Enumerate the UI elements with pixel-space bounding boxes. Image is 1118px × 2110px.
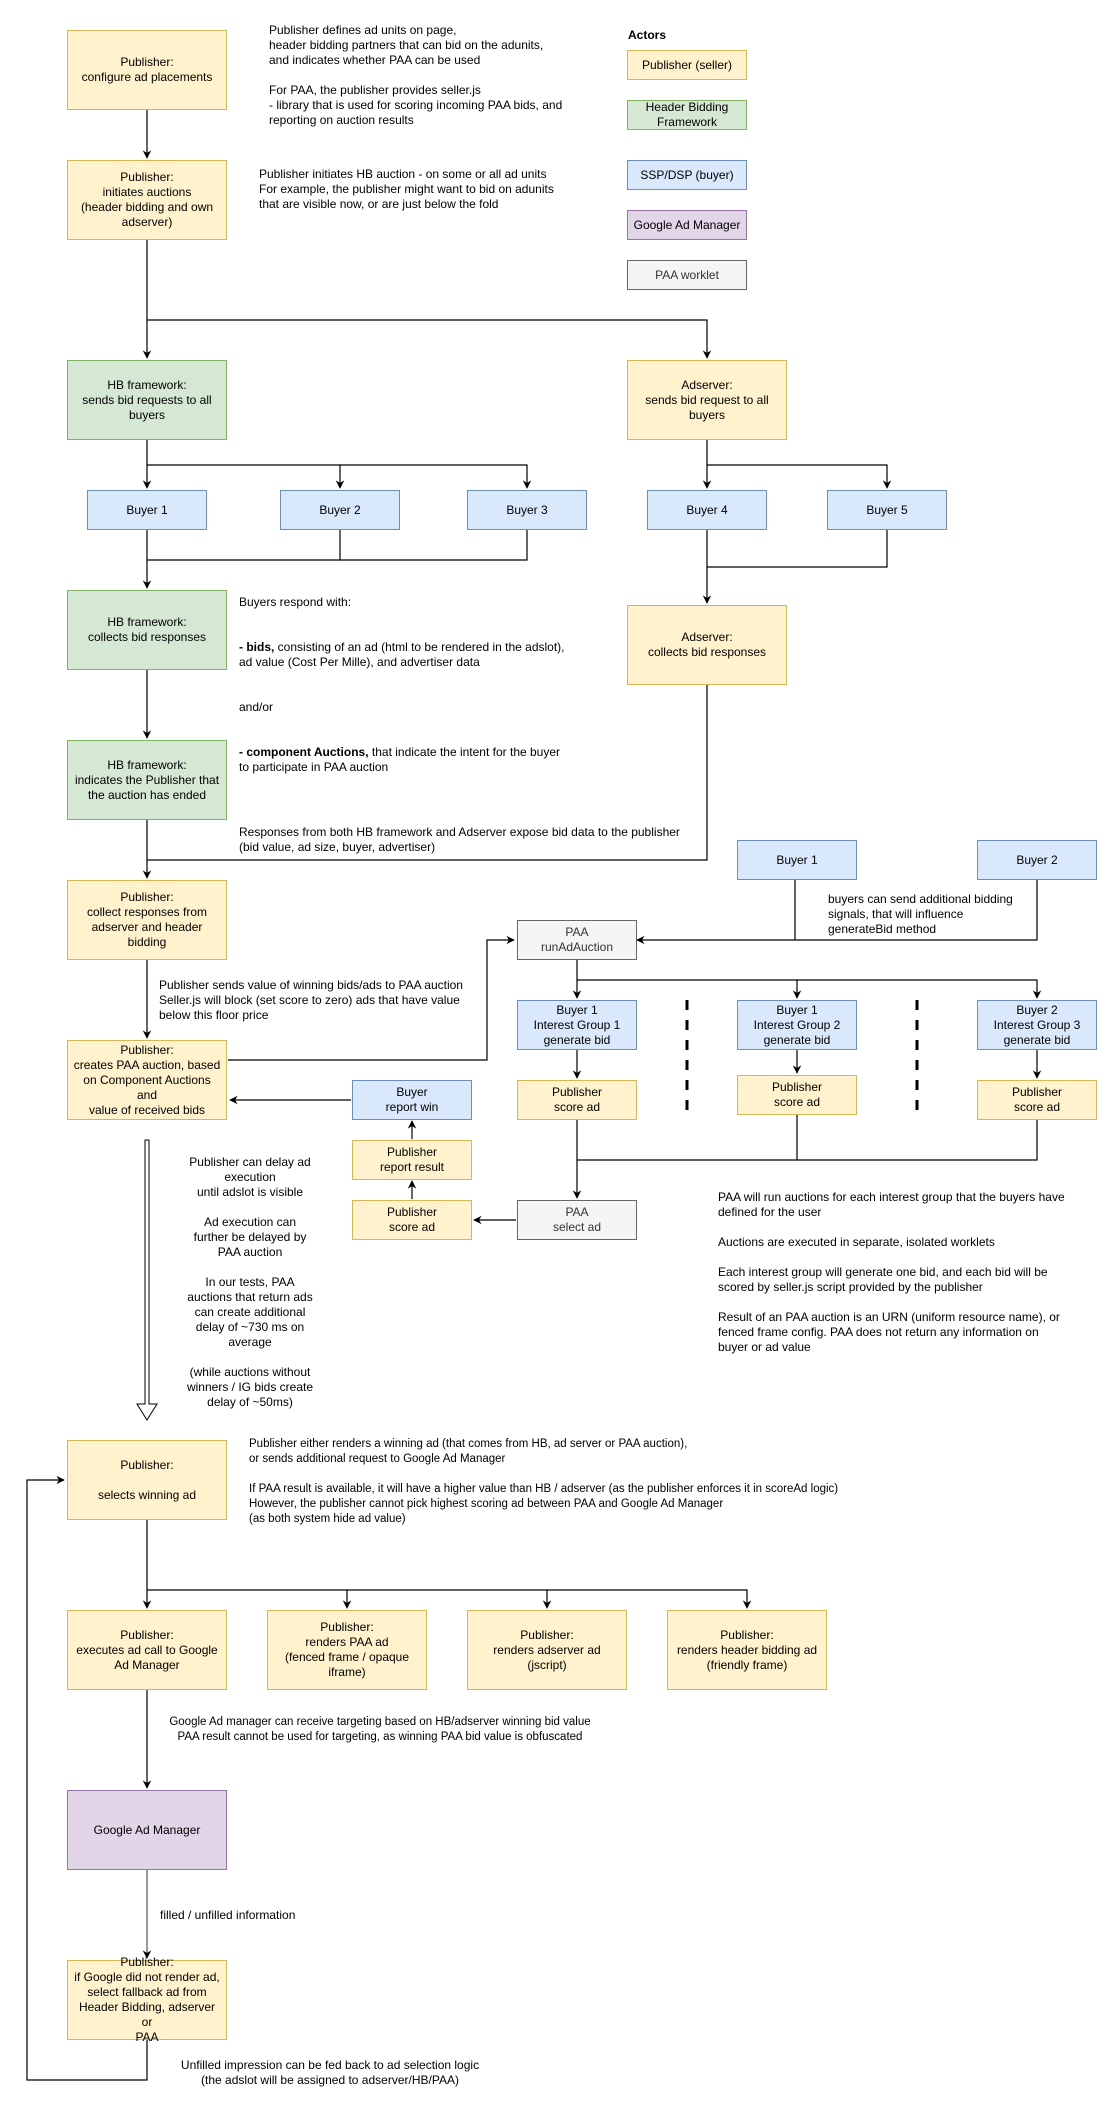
node-publisher-score-ad-final: Publisher score ad bbox=[352, 1200, 472, 1240]
edge-buyer2-join bbox=[147, 530, 341, 561]
legend-buyer: SSP/DSP (buyer) bbox=[627, 160, 747, 190]
note-initiates: Publisher initiates HB auction - on some… bbox=[259, 167, 554, 211]
node-ig2-generate-bid: Buyer 1 Interest Group 2 generate bid bbox=[737, 1000, 857, 1050]
note-selects-winning: Publisher either renders a winning ad (t… bbox=[249, 1438, 839, 1525]
note-winning-value: Publisher sends value of winning bids/ad… bbox=[159, 978, 463, 1022]
node-configure-ad-placements: Publisher: configure ad placements bbox=[67, 30, 227, 110]
note-filled-info: filled / unfilled information bbox=[160, 1908, 296, 1922]
node-publisher-creates-paa: Publisher: creates PAA auction, based on… bbox=[67, 1040, 227, 1120]
legend-title: Actors bbox=[628, 28, 667, 42]
node-initiates-auctions: Publisher: initiates auctions (header bi… bbox=[67, 160, 227, 240]
flow-diagram: Actors Publisher (seller) Header Bidding… bbox=[0, 0, 1118, 2110]
node-paa-buyer-1: Buyer 1 bbox=[737, 840, 857, 880]
node-hb-collects-responses: HB framework: collects bid responses bbox=[67, 590, 227, 670]
node-render-adserver-ad: Publisher: renders adserver ad (jscript) bbox=[467, 1610, 627, 1690]
node-buyer-report-win: Buyer report win bbox=[352, 1080, 472, 1120]
note-bids-label: - bids, bbox=[239, 640, 275, 654]
node-buyer-5: Buyer 5 bbox=[827, 490, 947, 530]
note-bids-text: consisting of an ad (html to be rendered… bbox=[239, 640, 565, 669]
edge-selects-renderpaa bbox=[147, 1589, 352, 1609]
edge-buyer3-join bbox=[340, 530, 528, 561]
note-targeting: Google Ad manager can receive targeting … bbox=[169, 1716, 591, 1743]
node-publisher-report-result: Publisher report result bbox=[352, 1140, 472, 1180]
note-bidding-signals: buyers can send additional bidding signa… bbox=[828, 892, 1013, 936]
note-paa-explanation: PAA will run auctions for each interest … bbox=[718, 1190, 1065, 1354]
edge-adserver-buyer5 bbox=[707, 464, 892, 489]
edge-initiates-adserver bbox=[147, 319, 712, 359]
node-buyer-4: Buyer 4 bbox=[647, 490, 767, 530]
node-ig1-generate-bid: Buyer 1 Interest Group 1 generate bid bbox=[517, 1000, 637, 1050]
legend-google-ad-manager: Google Ad Manager bbox=[627, 210, 747, 240]
note-and-or: and/or bbox=[239, 700, 274, 714]
node-render-hb-ad: Publisher: renders header bidding ad (fr… bbox=[667, 1610, 827, 1690]
edge-hb-buyer3 bbox=[340, 464, 532, 489]
node-score-ad-1: Publisher score ad bbox=[517, 1080, 637, 1120]
note-configure: Publisher defines ad units on page, head… bbox=[269, 23, 563, 127]
note-buyers-respond-intro: Buyers respond with: bbox=[239, 595, 352, 609]
node-fallback-selection: Publisher: if Google did not render ad, … bbox=[67, 1955, 227, 2044]
node-buyer-3: Buyer 3 bbox=[467, 490, 587, 530]
node-execute-gam-call: Publisher: executes ad call to Google Ad… bbox=[67, 1610, 227, 1690]
edge-selects-renderhb bbox=[547, 1589, 752, 1609]
note-responses-both: Responses from both HB framework and Ads… bbox=[239, 825, 680, 854]
node-paa-select-ad: PAA select ad bbox=[517, 1200, 637, 1240]
edge-score3-join bbox=[797, 1120, 1038, 1161]
edge-selects-renderadserver bbox=[347, 1589, 552, 1609]
note-delay: Publisher can delay ad execution until a… bbox=[186, 1155, 314, 1409]
node-adserver-sends-request: Adserver: sends bid request to all buyer… bbox=[627, 360, 787, 440]
legend-publisher: Publisher (seller) bbox=[627, 50, 747, 80]
node-buyer-1: Buyer 1 bbox=[87, 490, 207, 530]
node-score-ad-3: Publisher score ad bbox=[977, 1080, 1097, 1120]
node-paa-run-ad-auction: PAA runAdAuction bbox=[517, 920, 637, 960]
legend-header-bidding: Header Bidding Framework bbox=[627, 100, 747, 130]
node-hb-indicates-ended: HB framework: indicates the Publisher th… bbox=[67, 740, 227, 820]
node-paa-buyer-2: Buyer 2 bbox=[977, 840, 1097, 880]
edge-hb-buyer2 bbox=[147, 464, 345, 489]
edge-run-ig2 bbox=[577, 979, 802, 999]
edge-run-ig3 bbox=[797, 979, 1042, 999]
node-publisher-selects-winning-ad: Publisher: selects winning ad bbox=[67, 1440, 227, 1520]
note-component-label: - component Auctions, bbox=[239, 745, 369, 759]
node-google-ad-manager: Google Ad Manager bbox=[67, 1790, 227, 1870]
note-buyers-respond: Buyers respond with: - bids, consisting … bbox=[239, 580, 565, 775]
note-unfilled-feedback: Unfilled impression can be fed back to a… bbox=[180, 2058, 480, 2087]
node-ig3-generate-bid: Buyer 2 Interest Group 3 generate bid bbox=[977, 1000, 1097, 1050]
delay-timeline-arrow bbox=[136, 1139, 158, 1421]
edge-buyer5-join bbox=[707, 530, 888, 568]
node-hb-sends-requests: HB framework: sends bid requests to all … bbox=[67, 360, 227, 440]
node-publisher-collect-responses: Publisher: collect responses from adserv… bbox=[67, 880, 227, 960]
node-score-ad-2: Publisher score ad bbox=[737, 1075, 857, 1115]
edge-score2-join bbox=[577, 1115, 798, 1161]
node-render-paa-ad: Publisher: renders PAA ad (fenced frame … bbox=[267, 1610, 427, 1690]
node-adserver-collects-responses: Adserver: collects bid responses bbox=[627, 605, 787, 685]
node-buyer-2: Buyer 2 bbox=[280, 490, 400, 530]
legend-paa-worklet: PAA worklet bbox=[627, 260, 747, 290]
